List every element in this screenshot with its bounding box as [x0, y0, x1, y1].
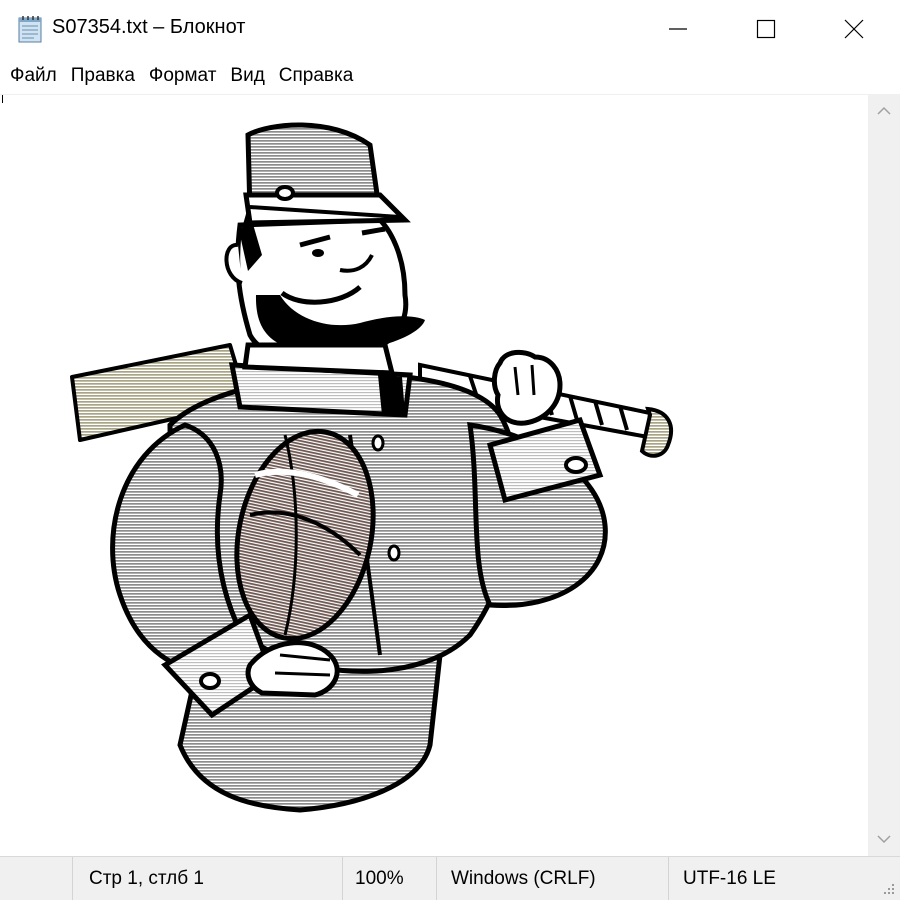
text-editor-area[interactable]: [0, 94, 868, 857]
encoding: UTF-16 LE: [668, 857, 868, 900]
zoom-level-text: 100%: [355, 867, 404, 889]
line-endings: Windows (CRLF): [436, 857, 668, 900]
line-endings-text: Windows (CRLF): [451, 867, 596, 889]
minimize-button[interactable]: [632, 0, 724, 58]
menu-file[interactable]: Файл: [4, 61, 63, 91]
head: [224, 207, 425, 376]
menu-edit[interactable]: Правка: [65, 61, 141, 91]
zoom-level: 100%: [342, 857, 436, 900]
cursor-position-text: Стр 1, стлб 1: [89, 867, 204, 889]
cap: [243, 122, 411, 226]
notepad-icon: [18, 16, 42, 43]
chevron-up-icon: [877, 106, 891, 115]
cartoon-soldier-image: [70, 122, 674, 813]
maximize-button[interactable]: [720, 0, 812, 58]
vertical-scrollbar[interactable]: [868, 94, 900, 856]
menu-help[interactable]: Справка: [273, 61, 360, 91]
close-button[interactable]: [808, 0, 900, 58]
scroll-down-button[interactable]: [868, 822, 900, 856]
scroll-up-button[interactable]: [868, 94, 900, 128]
menu-view[interactable]: Вид: [224, 61, 270, 91]
menu-format[interactable]: Формат: [143, 61, 223, 91]
notepad-window: S07354.txt – Блокнот Файл Правка Формат …: [0, 0, 900, 900]
menu-bar: Файл Правка Формат Вид Справка: [0, 58, 900, 94]
window-title: S07354.txt – Блокнот: [52, 16, 246, 38]
encoding-text: UTF-16 LE: [683, 867, 776, 889]
status-bar: Стр 1, стлб 1 100% Windows (CRLF) UTF-16…: [0, 856, 900, 900]
resize-grip-icon[interactable]: [882, 882, 896, 896]
minimize-icon: [669, 28, 687, 30]
maximize-icon: [756, 19, 776, 39]
title-bar[interactable]: S07354.txt – Блокнот: [0, 0, 900, 58]
chevron-down-icon: [877, 835, 891, 844]
close-icon: [844, 19, 864, 39]
text-caret: [2, 95, 3, 103]
cursor-position: Стр 1, стлб 1: [72, 857, 342, 900]
